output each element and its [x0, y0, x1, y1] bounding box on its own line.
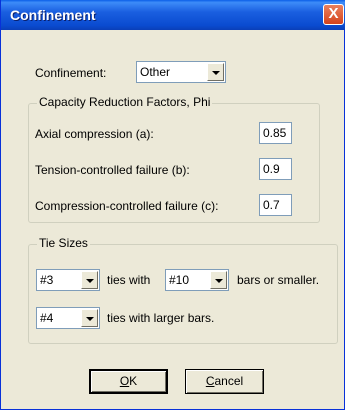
- bars-or-smaller-label: bars or smaller.: [237, 273, 320, 287]
- tie-size-select-larger-value: #4: [40, 311, 54, 325]
- chevron-down-icon[interactable]: [81, 271, 98, 289]
- confinement-dialog: Confinement X Confinement: Other Capacit…: [0, 0, 345, 410]
- tension-controlled-label: Tension-controlled failure (b):: [35, 163, 190, 177]
- chevron-down-icon[interactable]: [210, 271, 227, 289]
- tie-sizes-group-title: Tie Sizes: [37, 236, 90, 250]
- tension-controlled-input[interactable]: 0.9: [259, 158, 292, 180]
- tie-sizes-group: [28, 244, 338, 344]
- phi-group-title: Capacity Reduction Factors, Phi: [37, 95, 213, 109]
- cancel-label-rest: ancel: [214, 374, 244, 388]
- title-bar[interactable]: Confinement X: [1, 0, 345, 30]
- confinement-label: Confinement:: [35, 66, 107, 80]
- window-title: Confinement: [10, 7, 96, 23]
- ok-label-rest: K: [129, 374, 138, 388]
- axial-compression-input[interactable]: 0.85: [259, 122, 292, 144]
- ok-button[interactable]: OK: [89, 369, 168, 394]
- tie-size-select-small-value: #3: [40, 273, 54, 287]
- tie-size-select-small[interactable]: #3: [36, 269, 100, 291]
- compression-controlled-label: Compression-controlled failure (c):: [35, 199, 219, 213]
- compression-controlled-input[interactable]: 0.7: [259, 194, 292, 216]
- confinement-select[interactable]: Other: [136, 61, 226, 83]
- ties-with-larger-bars-label: ties with larger bars.: [107, 311, 215, 325]
- chevron-down-icon[interactable]: [207, 63, 224, 81]
- cancel-button[interactable]: Cancel: [185, 369, 264, 394]
- ok-mnemonic: O: [119, 374, 130, 388]
- bar-size-select-value: #10: [169, 273, 190, 287]
- tie-size-select-larger[interactable]: #4: [36, 307, 100, 329]
- ties-with-label: ties with: [107, 273, 151, 287]
- axial-compression-label: Axial compression (a):: [35, 127, 154, 141]
- close-icon[interactable]: X: [323, 4, 344, 25]
- confinement-select-value: Other: [140, 65, 171, 79]
- chevron-down-icon[interactable]: [81, 309, 98, 327]
- bar-size-select[interactable]: #10: [165, 269, 229, 291]
